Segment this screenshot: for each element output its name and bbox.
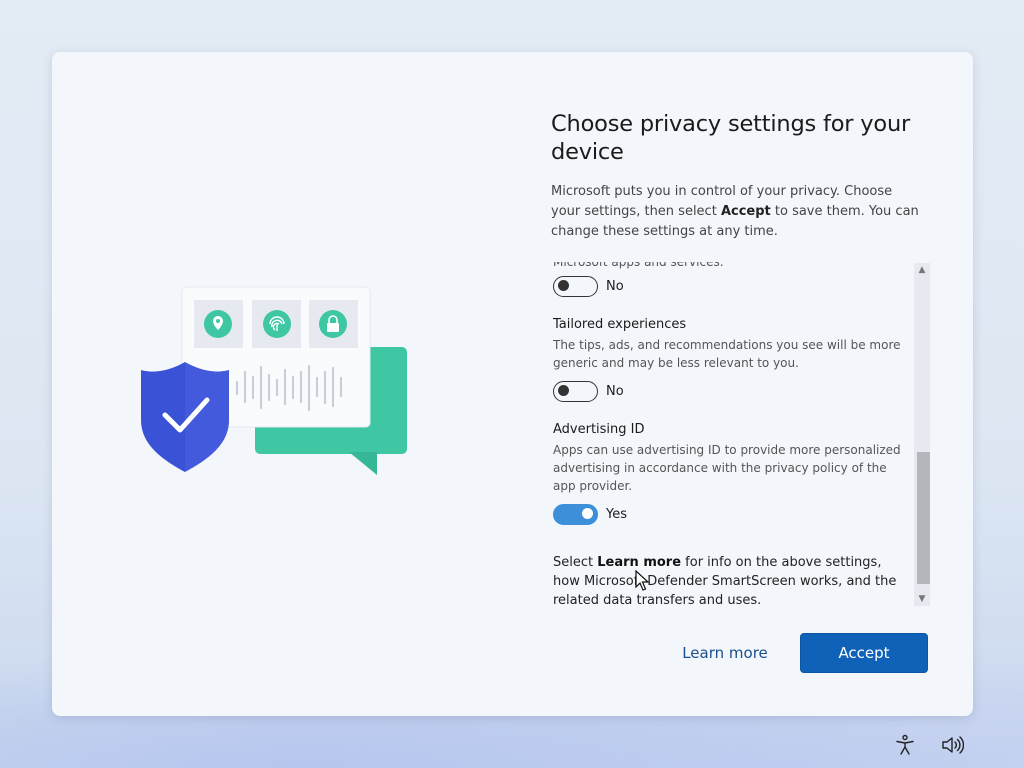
learn-more-note-part1: Select (553, 555, 598, 570)
intro-text: Microsoft puts you in control of your pr… (551, 182, 921, 242)
mouse-cursor-icon (635, 570, 649, 591)
advertising-id-description: Apps can use advertising ID to provide m… (553, 443, 901, 493)
tailored-experiences-toggle[interactable] (553, 380, 598, 402)
privacy-content: Choose privacy settings for your device … (551, 52, 931, 716)
shield-check-icon (141, 362, 229, 472)
advertising-id-state: Yes (606, 506, 627, 522)
page-title: Choose privacy settings for your device (551, 111, 911, 165)
tailored-experiences-title: Tailored experiences (553, 317, 687, 332)
tailored-toggle-row: No (553, 380, 903, 402)
advertising-id-title: Advertising ID (553, 422, 645, 437)
location-icon (204, 310, 232, 338)
volume-icon[interactable] (940, 733, 964, 757)
settings-scrollbar[interactable]: ▲ ▼ (914, 263, 930, 606)
toggle-knob (558, 385, 569, 396)
accessibility-icon[interactable] (893, 733, 917, 757)
fingerprint-icon (263, 310, 291, 338)
toggle-knob (582, 508, 593, 519)
lock-icon (319, 310, 347, 338)
learn-more-note-bold: Learn more (597, 555, 682, 570)
settings-scroll-area[interactable]: Microsoft apps and services. No Tailored… (551, 262, 931, 607)
learn-more-note: Select Learn more for info on the above … (553, 553, 903, 607)
tailored-experiences-description: The tips, ads, and recommendations you s… (553, 338, 901, 370)
accept-button[interactable]: Accept (800, 633, 928, 673)
first-setting-state: No (606, 278, 624, 294)
toggle-knob (558, 280, 569, 291)
first-setting-toggle-row: No (553, 275, 903, 297)
scroll-up-arrow[interactable]: ▲ (914, 263, 930, 277)
advertising-id-toggle[interactable] (553, 503, 598, 525)
scroll-down-arrow[interactable]: ▼ (914, 592, 930, 606)
advertising-toggle-row: Yes (553, 503, 903, 525)
settings-list: Microsoft apps and services. No Tailored… (553, 262, 903, 607)
scrollbar-thumb[interactable] (917, 452, 930, 584)
privacy-illustration (141, 286, 407, 475)
tailored-experiences-state: No (606, 383, 624, 399)
intro-text-accept-bold: Accept (720, 204, 771, 219)
oobe-dialog: Choose privacy settings for your device … (52, 52, 973, 716)
learn-more-button[interactable]: Learn more (664, 633, 786, 673)
clipped-setting-description: Microsoft apps and services. (553, 262, 724, 269)
first-setting-toggle[interactable] (553, 275, 598, 297)
